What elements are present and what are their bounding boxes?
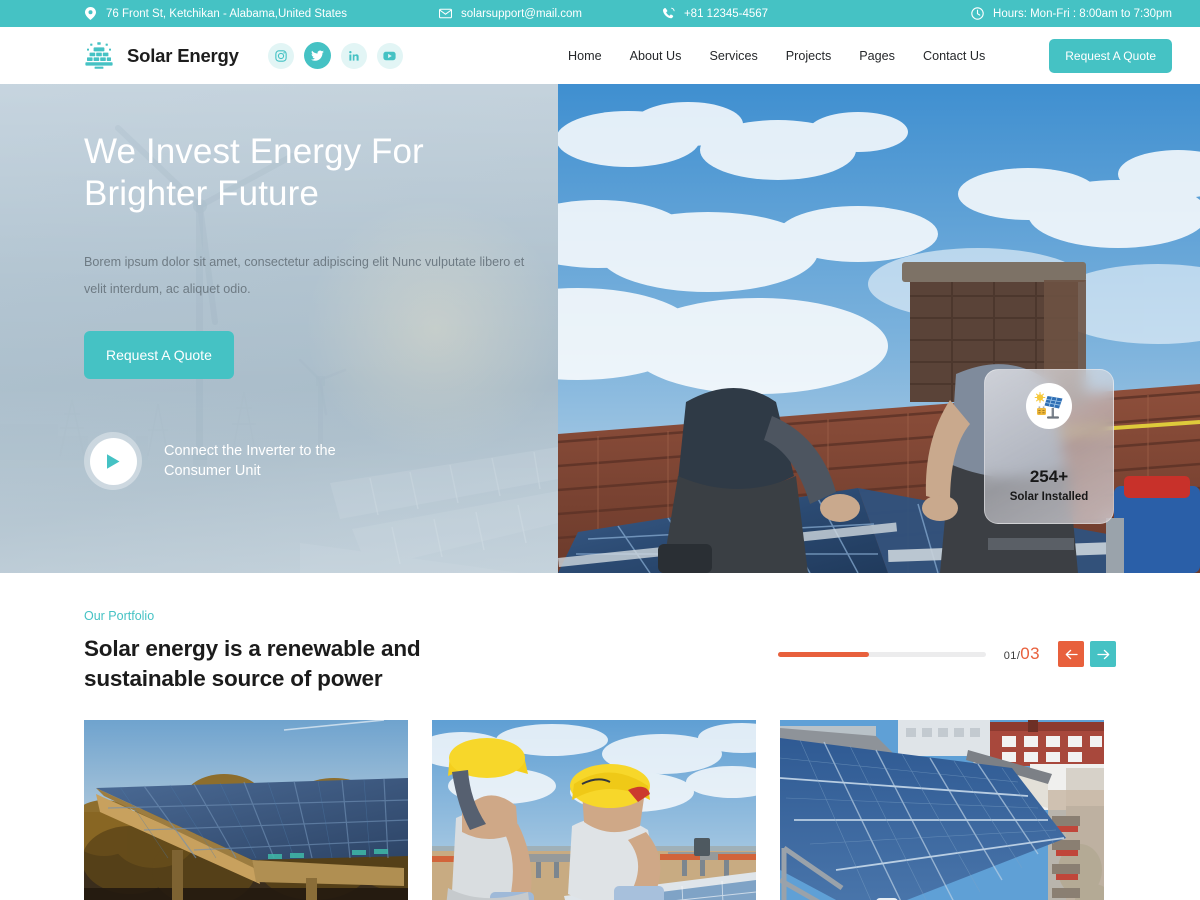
- hero-title: We Invest Energy For Brighter Future: [84, 132, 424, 213]
- solar-panel-icon: [1026, 383, 1072, 429]
- nav-item-projects[interactable]: Projects: [786, 49, 832, 63]
- portfolio-grid: [84, 719, 1116, 900]
- portfolio-image-2: [432, 719, 756, 900]
- portfolio-image-1: [84, 719, 408, 900]
- topbar-hours: Hours: Mon-Fri : 8:00am to 7:30pm: [971, 7, 1172, 20]
- slide-counter: 01/03: [1004, 644, 1040, 664]
- nav-item-home[interactable]: Home: [568, 49, 602, 63]
- portfolio-section: Our Portfolio Solar energy is a renewabl…: [0, 573, 1200, 900]
- portfolio-item-2[interactable]: [432, 719, 756, 900]
- nav-item-about-us[interactable]: About Us: [630, 49, 682, 63]
- clock-icon: [971, 7, 984, 20]
- topbar-phone[interactable]: +81 12345-4567: [662, 7, 768, 20]
- portfolio-eyebrow: Our Portfolio: [84, 609, 155, 623]
- portfolio-image-3: [780, 719, 1104, 900]
- main-navigation: Home About Us Services Projects Pages Co…: [568, 38, 1172, 73]
- play-button-inner: [89, 437, 137, 485]
- topbar-hours-text: Hours: Mon-Fri : 8:00am to 7:30pm: [993, 7, 1172, 20]
- topbar-email[interactable]: solarsupport@mail.com: [439, 7, 582, 20]
- slide-total: 03: [1020, 644, 1040, 663]
- slide-current: 01/: [1003, 650, 1021, 662]
- hero-left-panel: We Invest Energy For Brighter Future Bor…: [0, 84, 558, 573]
- portfolio-item-1[interactable]: [84, 719, 408, 900]
- portfolio-heading-block: Our Portfolio Solar energy is a renewabl…: [84, 609, 444, 695]
- top-info-bar: 76 Front St, Ketchikan - Alabama,United …: [0, 0, 1200, 27]
- location-pin-icon: [84, 7, 97, 20]
- phone-icon: [662, 7, 675, 20]
- instagram-icon[interactable]: [267, 42, 294, 69]
- topbar-address-text: 76 Front St, Ketchikan - Alabama,United …: [106, 7, 347, 20]
- nav-item-services[interactable]: Services: [709, 49, 757, 63]
- slider-arrows: [1058, 641, 1116, 667]
- slider-progress-fill: [777, 651, 870, 657]
- portfolio-item-3[interactable]: [780, 719, 1104, 900]
- hero-request-quote-button[interactable]: Request A Quote: [84, 331, 234, 380]
- stat-card: 254+ Solar Installed: [984, 369, 1114, 524]
- hero-section: We Invest Energy For Brighter Future Bor…: [0, 84, 1200, 573]
- site-header: Solar Energy Home About Us Services Proj…: [0, 27, 1200, 84]
- brand-logo[interactable]: Solar Energy: [84, 41, 239, 70]
- video-caption: Connect the Inverter to the Consumer Uni…: [164, 443, 336, 480]
- play-icon: [107, 454, 120, 469]
- hero-photo: 254+ Solar Installed: [558, 84, 1200, 573]
- arrow-left-icon: [1065, 649, 1078, 659]
- envelope-icon: [439, 7, 452, 20]
- slider-progress-track[interactable]: [777, 651, 986, 657]
- topbar-address: 76 Front St, Ketchikan - Alabama,United …: [84, 7, 347, 20]
- hero-content: We Invest Energy For Brighter Future Bor…: [0, 84, 558, 491]
- header-request-quote-button[interactable]: Request A Quote: [1049, 38, 1172, 73]
- linkedin-icon[interactable]: [340, 42, 367, 69]
- nav-item-contact-us[interactable]: Contact Us: [923, 49, 985, 63]
- portfolio-title: Solar energy is a renewable and sustaina…: [84, 636, 421, 692]
- hero-subtitle: Borem ipsum dolor sit amet, consectetur …: [84, 255, 525, 297]
- slider-prev-button[interactable]: [1058, 641, 1084, 667]
- topbar-phone-text: +81 12345-4567: [683, 7, 769, 20]
- stat-number: 254+: [1029, 467, 1069, 486]
- video-play-button[interactable]: [84, 432, 142, 491]
- stat-label: Solar Installed: [1009, 491, 1089, 503]
- nav-item-pages[interactable]: Pages: [859, 49, 895, 63]
- topbar-email-text: solarsupport@mail.com: [461, 7, 582, 20]
- solar-panel-logo-icon: [84, 41, 114, 70]
- hero-video-row: Connect the Inverter to the Consumer Uni…: [84, 432, 558, 491]
- arrow-right-icon: [1096, 649, 1109, 659]
- brand-name: Solar Energy: [127, 44, 239, 66]
- portfolio-header: Our Portfolio Solar energy is a renewabl…: [84, 609, 1116, 695]
- slider-next-button[interactable]: [1090, 641, 1116, 667]
- portfolio-slider-controls: 01/03: [777, 609, 1116, 667]
- social-links: [267, 42, 403, 69]
- twitter-icon[interactable]: [303, 42, 331, 69]
- youtube-icon[interactable]: [376, 42, 403, 69]
